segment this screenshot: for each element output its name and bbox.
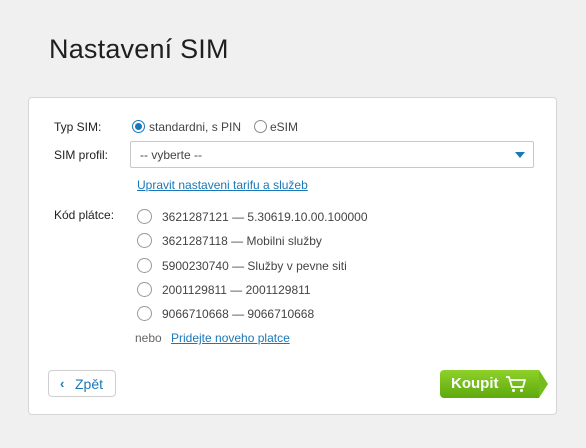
payer-radio[interactable] bbox=[137, 258, 152, 273]
back-button[interactable]: ‹ Zpět bbox=[48, 370, 116, 397]
payer-option[interactable]: 3621287121 — 5.30619.10.00.100000 bbox=[162, 210, 368, 224]
buy-button[interactable]: Koupit bbox=[440, 370, 548, 398]
sim-profile-label: SIM profil: bbox=[54, 148, 109, 162]
cart-icon bbox=[506, 376, 526, 392]
payer-radio[interactable] bbox=[137, 209, 152, 224]
sim-settings-card: Typ SIM: standardni, s PIN eSIM SIM prof… bbox=[28, 97, 557, 415]
buy-button-label: Koupit bbox=[451, 375, 499, 392]
sim-type-option-esim[interactable]: eSIM bbox=[270, 120, 298, 134]
payer-radio[interactable] bbox=[137, 306, 152, 321]
payer-radio[interactable] bbox=[137, 282, 152, 297]
caret-down-icon bbox=[515, 152, 525, 158]
sim-type-option-standard[interactable]: standardni, s PIN bbox=[149, 120, 241, 134]
payer-label: Kód plátce: bbox=[54, 208, 115, 222]
payer-radio[interactable] bbox=[137, 233, 152, 248]
sim-type-radio-standard[interactable] bbox=[132, 120, 145, 133]
payer-option[interactable]: 2001129811 — 2001129811 bbox=[162, 283, 311, 297]
sim-type-label: Typ SIM: bbox=[54, 120, 102, 134]
add-payer-link[interactable]: Pridejte noveho platce bbox=[171, 331, 290, 345]
edit-tariff-link[interactable]: Upravit nastaveni tarifu a služeb bbox=[137, 178, 308, 192]
payer-option[interactable]: 3621287118 — Mobilni služby bbox=[162, 234, 322, 248]
chevron-left-icon: ‹ bbox=[60, 376, 65, 391]
back-button-label: Zpět bbox=[75, 376, 104, 392]
sim-profile-value: -- vyberte -- bbox=[140, 148, 203, 162]
sim-type-radio-esim[interactable] bbox=[254, 120, 267, 133]
sim-profile-select[interactable]: -- vyberte -- bbox=[130, 141, 534, 168]
payer-option[interactable]: 9066710668 — 9066710668 bbox=[162, 307, 314, 321]
payer-option[interactable]: 5900230740 — Služby v pevne siti bbox=[162, 259, 347, 273]
or-text: nebo bbox=[135, 331, 162, 345]
page-title: Nastavení SIM bbox=[49, 34, 229, 64]
